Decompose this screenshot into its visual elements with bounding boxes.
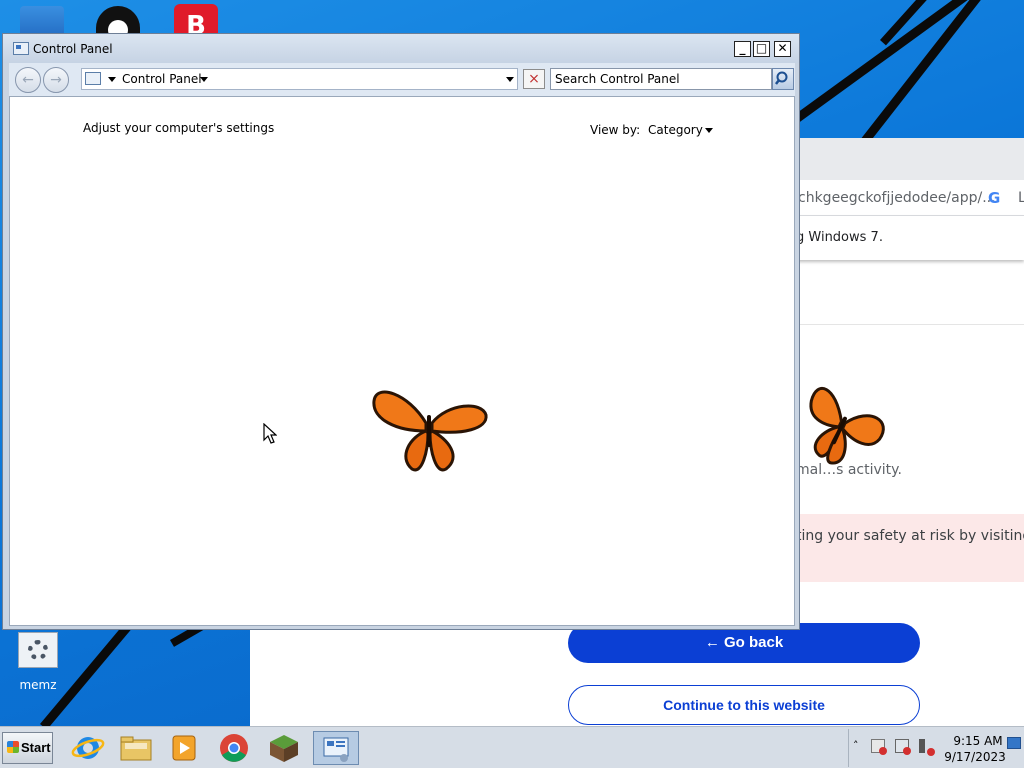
search-input[interactable] bbox=[555, 71, 765, 87]
taskbar-chrome[interactable] bbox=[214, 731, 254, 765]
control-panel-icon bbox=[85, 72, 101, 85]
clock-time[interactable]: 9:15 AM bbox=[950, 734, 1006, 748]
browser-url-text[interactable]: chkgeegckofjjedodee/app/... bbox=[798, 190, 996, 206]
search-icon[interactable] bbox=[772, 68, 794, 90]
chevron-down-icon[interactable] bbox=[108, 77, 116, 82]
taskbar-file-explorer[interactable] bbox=[116, 731, 156, 765]
page-heading: Adjust your computer's settings bbox=[83, 121, 275, 135]
action-center-icon[interactable] bbox=[871, 739, 887, 755]
taskbar-control-panel[interactable] bbox=[313, 731, 359, 765]
butterfly-icon bbox=[809, 387, 885, 465]
safety-warning-box: ting your safety at risk by visiting thi… bbox=[796, 514, 1024, 582]
continue-to-website-button[interactable]: Continue to this website bbox=[568, 685, 920, 725]
grass-block-icon bbox=[270, 735, 298, 762]
view-by-dropdown[interactable]: Category bbox=[648, 123, 703, 137]
gear-icon bbox=[18, 632, 58, 668]
navigation-toolbar: ← → Control Panel ⨯ bbox=[9, 63, 795, 96]
chevron-up-icon[interactable]: ˄ bbox=[853, 739, 859, 752]
back-button[interactable]: ← bbox=[15, 67, 41, 93]
warning-text: ting your safety at risk by visiting thi… bbox=[796, 528, 1024, 544]
title-bar[interactable]: Control Panel _ □ ✕ bbox=[3, 34, 799, 63]
browser-profile-letter[interactable]: L bbox=[1018, 190, 1024, 206]
chrome-icon bbox=[220, 734, 248, 762]
internet-explorer-icon bbox=[71, 737, 105, 759]
address-text[interactable]: Control Panel bbox=[122, 72, 202, 86]
butterfly-icon bbox=[372, 390, 488, 472]
chevron-down-icon[interactable] bbox=[200, 77, 208, 82]
maximize-button[interactable]: □ bbox=[753, 41, 770, 57]
media-player-icon bbox=[172, 735, 196, 761]
content-pane: Adjust your computer's settings View by:… bbox=[9, 96, 795, 626]
minimize-button[interactable]: _ bbox=[734, 41, 751, 57]
clock-date[interactable]: 9/17/2023 bbox=[944, 750, 1006, 764]
control-panel-window[interactable]: Control Panel _ □ ✕ ← → Control Panel ⨯ … bbox=[2, 33, 800, 630]
show-desktop-button[interactable] bbox=[1007, 737, 1021, 749]
chevron-down-icon[interactable] bbox=[705, 128, 713, 133]
system-tray: ˄ 9:15 AM 9/17/2023 bbox=[848, 729, 1024, 767]
window-title: Control Panel bbox=[33, 42, 113, 56]
refresh-button[interactable]: ⨯ bbox=[523, 69, 545, 89]
search-box[interactable] bbox=[550, 68, 772, 90]
desktop-icon-label: memz bbox=[19, 678, 57, 692]
google-icon[interactable]: G bbox=[988, 189, 1000, 207]
close-button[interactable]: ✕ bbox=[774, 41, 791, 57]
control-panel-icon bbox=[323, 737, 349, 762]
control-panel-icon bbox=[13, 42, 29, 55]
address-bar[interactable]: Control Panel bbox=[81, 68, 518, 90]
start-button[interactable]: Start bbox=[2, 732, 53, 764]
taskbar-media-player[interactable] bbox=[164, 731, 204, 765]
info-bar-text: g Windows 7. bbox=[796, 230, 883, 245]
mouse-cursor-icon bbox=[263, 423, 277, 444]
taskbar-internet-explorer[interactable] bbox=[68, 731, 108, 765]
network-icon[interactable] bbox=[895, 739, 911, 755]
taskbar-minecraft[interactable] bbox=[264, 731, 304, 765]
start-label: Start bbox=[21, 740, 51, 755]
folder-icon bbox=[120, 736, 152, 761]
forward-button[interactable]: → bbox=[43, 67, 69, 93]
desktop-icon-memz[interactable]: memz bbox=[8, 632, 68, 692]
volume-muted-icon[interactable] bbox=[919, 739, 935, 756]
taskbar: Start ˄ 9:15 AM 9/17/2023 bbox=[0, 726, 1024, 768]
address-dropdown-icon[interactable] bbox=[506, 77, 514, 82]
view-by-label: View by: bbox=[590, 123, 641, 137]
windows-flag-icon bbox=[7, 741, 19, 753]
